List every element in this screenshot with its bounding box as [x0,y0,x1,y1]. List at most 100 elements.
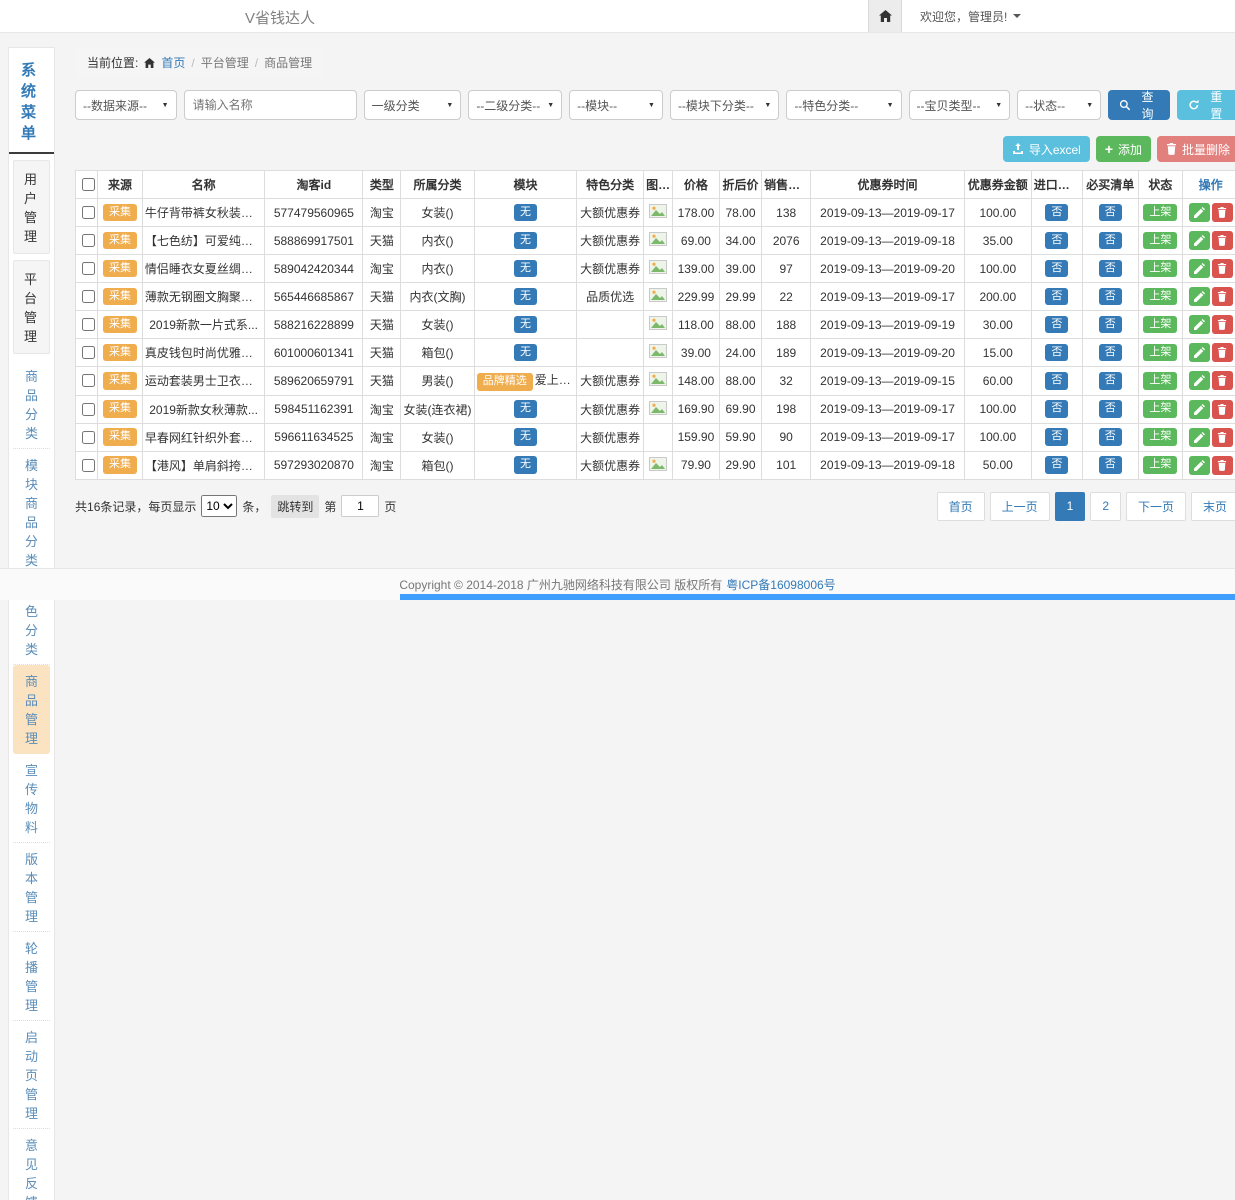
delete-button[interactable] [1212,371,1233,390]
import-optional-toggle[interactable]: 否 [1045,456,1068,474]
status-badge[interactable]: 上架 [1143,456,1177,474]
edit-button[interactable] [1189,428,1210,447]
delete-button[interactable] [1212,315,1233,334]
edit-button[interactable] [1189,371,1210,390]
delete-button[interactable] [1212,343,1233,362]
home-button[interactable] [868,0,902,32]
delete-button[interactable] [1212,287,1233,306]
page-btn-prev[interactable]: 上一页 [990,492,1050,521]
edit-button[interactable] [1189,315,1210,334]
level1-category-select[interactable]: 一级分类▼ [364,90,462,120]
status-badge[interactable]: 上架 [1143,428,1177,446]
import-optional-toggle[interactable]: 否 [1045,288,1068,306]
must-buy-toggle[interactable]: 否 [1099,204,1122,222]
row-checkbox[interactable] [82,318,95,331]
import-optional-toggle[interactable]: 否 [1045,428,1068,446]
row-checkbox[interactable] [82,290,95,303]
status-badge[interactable]: 上架 [1143,316,1177,334]
must-buy-toggle[interactable]: 否 [1099,400,1122,418]
delete-button[interactable] [1212,400,1233,419]
module-badge[interactable]: 无 [514,316,537,334]
must-buy-toggle[interactable]: 否 [1099,456,1122,474]
row-checkbox[interactable] [82,403,95,416]
page-btn-page-1[interactable]: 1 [1055,492,1086,521]
must-buy-toggle[interactable]: 否 [1099,428,1122,446]
reset-button[interactable]: 重置 [1177,90,1235,120]
bottom-scrollbar[interactable] [400,594,1235,600]
edit-button[interactable] [1189,287,1210,306]
feature-category-select[interactable]: --特色分类--▼ [786,90,901,120]
must-buy-toggle[interactable]: 否 [1099,372,1122,390]
status-select[interactable]: --状态--▼ [1017,90,1101,120]
page-btn-last[interactable]: 末页 [1191,492,1235,521]
must-buy-toggle[interactable]: 否 [1099,232,1122,250]
module-badge[interactable]: 无 [514,400,537,418]
module-subcategory-select[interactable]: --模块下分类--▼ [670,90,779,120]
sidebar-item-8[interactable]: 轮播管理 [13,932,50,1021]
status-badge[interactable]: 上架 [1143,232,1177,250]
sidebar-item-3[interactable]: 模块商品分类 [13,449,50,576]
sidebar-item-9[interactable]: 启动页管理 [13,1021,50,1129]
icp-link[interactable]: 粤ICP备16098006号 [726,576,835,593]
must-buy-toggle[interactable]: 否 [1099,344,1122,362]
must-buy-toggle[interactable]: 否 [1099,288,1122,306]
status-badge[interactable]: 上架 [1143,400,1177,418]
sidebar-item-10[interactable]: 意见反馈 [13,1129,50,1200]
per-page-select[interactable]: 10 [201,495,237,517]
item-type-select[interactable]: --宝贝类型--▼ [909,90,1011,120]
edit-button[interactable] [1189,231,1210,250]
add-button[interactable]: + 添加 [1096,136,1151,162]
module-badge[interactable]: 无 [514,456,537,474]
status-badge[interactable]: 上架 [1143,288,1177,306]
sidebar-item-5[interactable]: 商品管理 [13,665,50,754]
import-optional-toggle[interactable]: 否 [1045,372,1068,390]
row-checkbox[interactable] [82,234,95,247]
edit-button[interactable] [1189,400,1210,419]
edit-button[interactable] [1189,456,1210,475]
delete-button[interactable] [1212,231,1233,250]
module-badge[interactable]: 品牌精选 [477,373,533,391]
sidebar-item-2[interactable]: 商品分类 [13,360,50,449]
jump-button[interactable]: 跳转到 [271,495,319,518]
row-checkbox[interactable] [82,262,95,275]
jump-page-input[interactable] [341,495,379,517]
import-optional-toggle[interactable]: 否 [1045,400,1068,418]
user-menu[interactable]: 欢迎您，管理员! [920,8,1021,25]
edit-button[interactable] [1189,203,1210,222]
search-button[interactable]: 查询 [1108,90,1170,120]
row-checkbox[interactable] [82,206,95,219]
status-badge[interactable]: 上架 [1143,204,1177,222]
edit-button[interactable] [1189,343,1210,362]
delete-button[interactable] [1212,428,1233,447]
data-source-select[interactable]: --数据来源--▼ [75,90,177,120]
batch-delete-button[interactable]: 批量删除 [1157,136,1235,162]
must-buy-toggle[interactable]: 否 [1099,316,1122,334]
status-badge[interactable]: 上架 [1143,260,1177,278]
sidebar-item-6[interactable]: 宣传物料 [13,754,50,843]
sidebar-item-1[interactable]: 平台管理 [13,260,50,354]
breadcrumb-home-link[interactable]: 首页 [161,54,185,71]
module-badge[interactable]: 无 [514,204,537,222]
name-input[interactable] [184,90,357,120]
page-btn-page-2[interactable]: 2 [1090,492,1121,521]
import-optional-toggle[interactable]: 否 [1045,204,1068,222]
row-checkbox[interactable] [82,346,95,359]
module-badge[interactable]: 无 [514,260,537,278]
status-badge[interactable]: 上架 [1143,372,1177,390]
select-all-checkbox[interactable] [82,178,95,191]
delete-button[interactable] [1212,203,1233,222]
level2-category-select[interactable]: --二级分类--▼ [468,90,562,120]
status-badge[interactable]: 上架 [1143,344,1177,362]
sidebar-item-7[interactable]: 版本管理 [13,843,50,932]
module-badge[interactable]: 无 [514,428,537,446]
must-buy-toggle[interactable]: 否 [1099,260,1122,278]
import-optional-toggle[interactable]: 否 [1045,316,1068,334]
module-badge[interactable]: 无 [514,344,537,362]
row-checkbox[interactable] [82,374,95,387]
page-btn-first[interactable]: 首页 [937,492,985,521]
row-checkbox[interactable] [82,431,95,444]
import-optional-toggle[interactable]: 否 [1045,260,1068,278]
row-checkbox[interactable] [82,459,95,472]
delete-button[interactable] [1212,456,1233,475]
import-optional-toggle[interactable]: 否 [1045,344,1068,362]
